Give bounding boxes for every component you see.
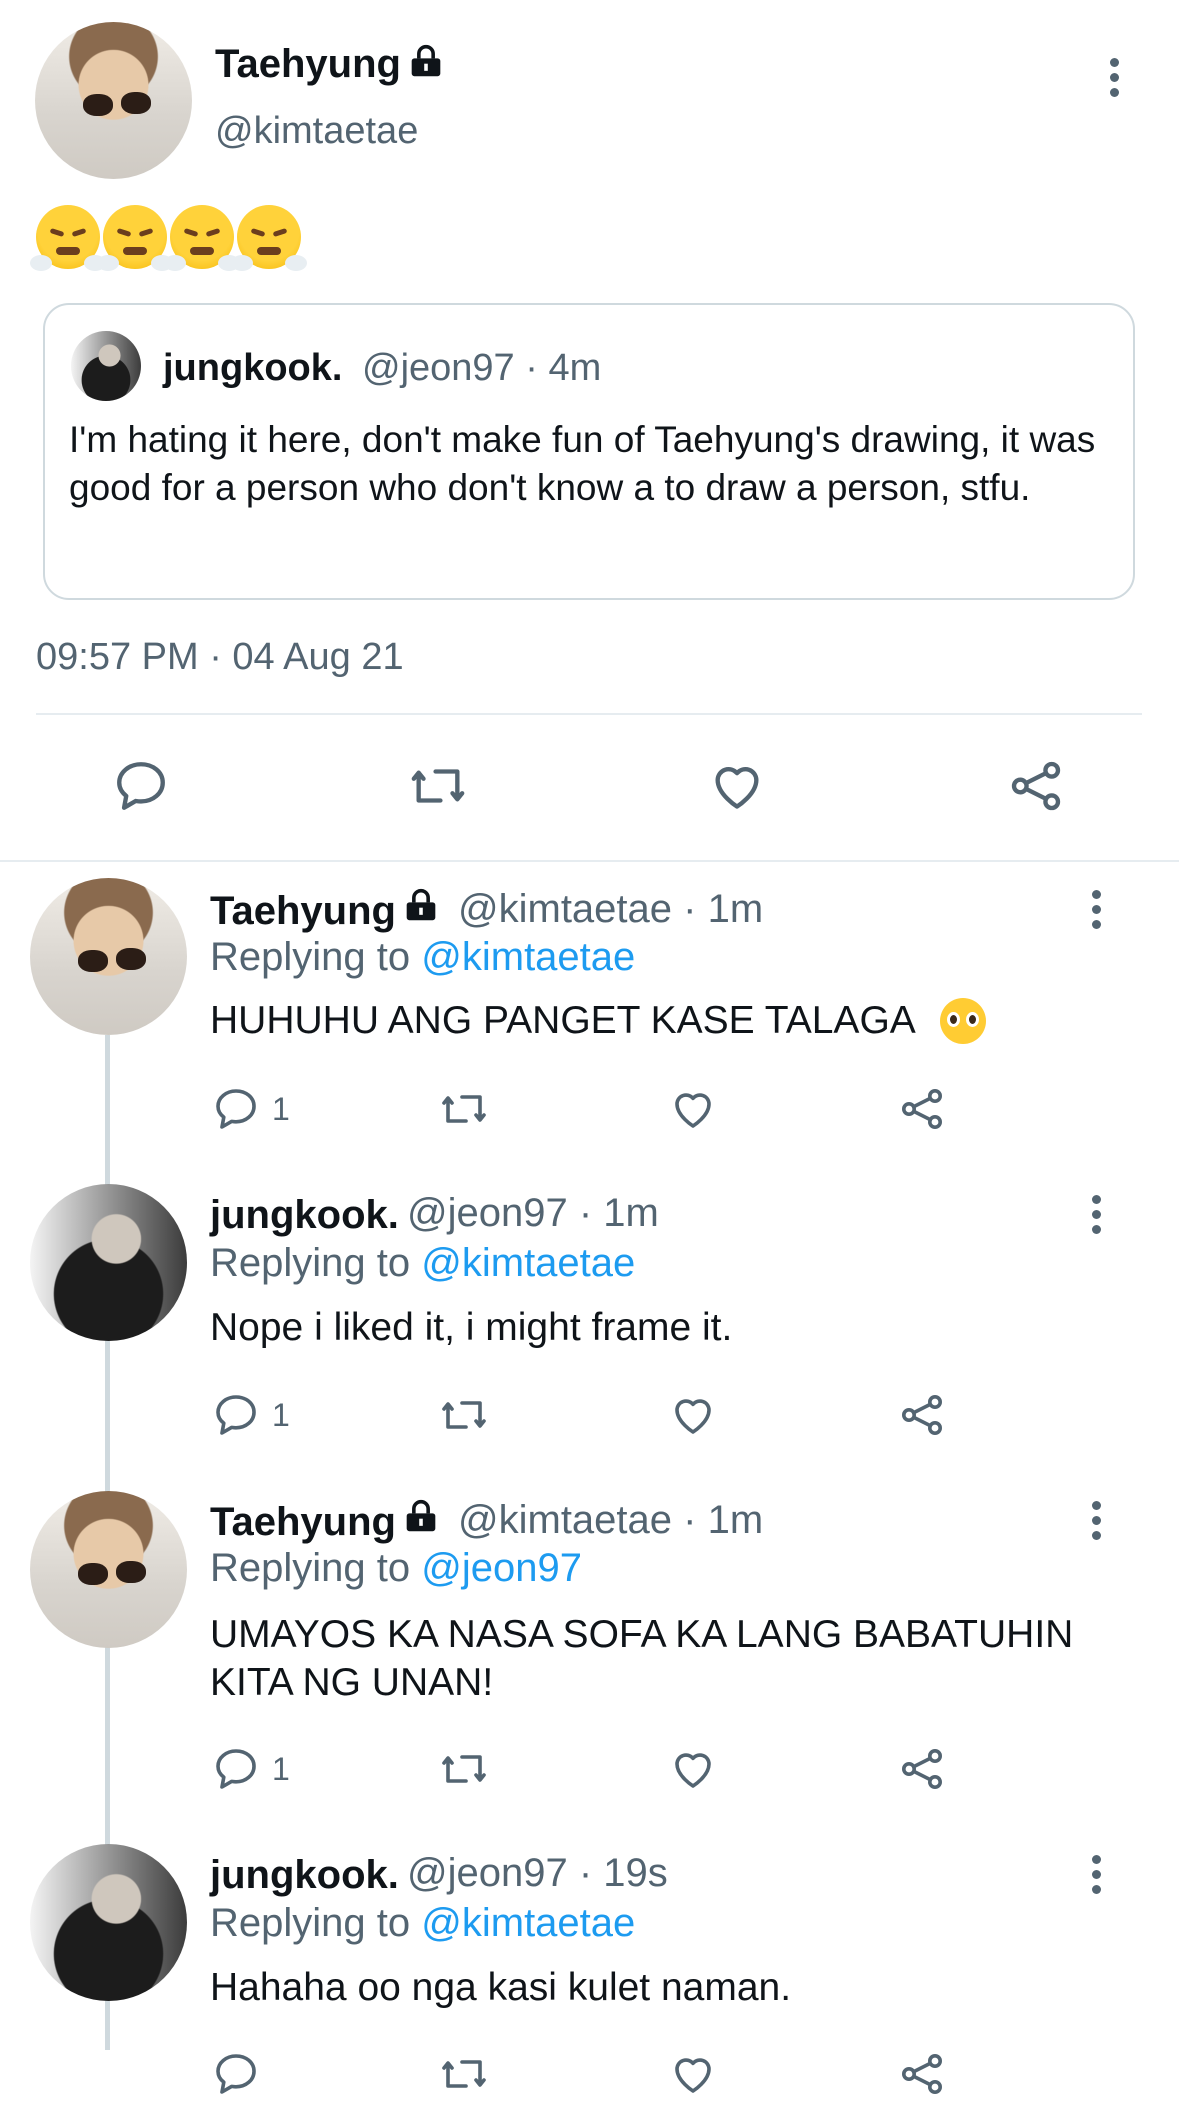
huffing-face-emoji [231, 205, 307, 271]
replying-to: Replying to @kimtaetae [210, 1241, 635, 1286]
like-icon[interactable] [708, 757, 766, 815]
reply-icon[interactable] [212, 1085, 260, 1133]
reply-icon[interactable] [212, 2050, 260, 2098]
reply-avatar[interactable] [30, 878, 187, 1035]
reply-icon[interactable] [112, 757, 170, 815]
share-icon[interactable] [898, 1085, 946, 1133]
reply-text: Nope i liked it, i might frame it. [210, 1306, 733, 1349]
reply-icon[interactable] [212, 1745, 260, 1793]
tweet-timestamp[interactable]: 09:57 PM · 04 Aug 21 [36, 636, 404, 679]
author-name[interactable]: Taehyung [215, 42, 401, 87]
reply-handle-time: @jeon97 · 1m [407, 1191, 659, 1235]
replying-to-handle[interactable]: @kimtaetae [421, 1241, 635, 1285]
pleading-face-emoji [940, 998, 986, 1044]
divider [36, 713, 1142, 715]
reply-text: UMAYOS KA NASA SOFA KA LANG BABATUHIN KI… [210, 1611, 1073, 1707]
like-icon[interactable] [669, 1085, 717, 1133]
replying-to: Replying to @kimtaetae [210, 935, 635, 980]
more-options-icon[interactable] [1092, 1195, 1102, 1240]
huffing-face-emoji [97, 205, 173, 271]
lock-icon [406, 888, 436, 921]
like-icon[interactable] [669, 2050, 717, 2098]
reply-handle-time: @kimtaetae · 1m [458, 887, 764, 931]
replying-prefix: Replying to [210, 1901, 411, 1945]
more-options-icon[interactable] [1092, 1855, 1102, 1900]
retweet-icon[interactable] [437, 2050, 491, 2098]
replying-prefix: Replying to [210, 935, 411, 979]
lock-icon [406, 1499, 436, 1532]
section-divider [0, 860, 1179, 862]
reply-icon[interactable] [212, 1391, 260, 1439]
reply-text: HUHUHU ANG PANGET KASE TALAGA [210, 999, 916, 1043]
reply-handle-time: @kimtaetae · 1m [458, 1498, 764, 1542]
reply-avatar[interactable] [30, 1184, 187, 1341]
reply-text-line: UMAYOS KA NASA SOFA KA LANG BABATUHIN [210, 1613, 1074, 1656]
reply-count: 1 [272, 1751, 290, 1787]
author-avatar[interactable] [35, 22, 192, 179]
reply-handle-time: @jeon97 · 19s [407, 1851, 668, 1895]
retweet-icon[interactable] [437, 1391, 491, 1439]
huffing-face-emoji [30, 205, 106, 271]
reply-text-content: HUHUHU ANG PANGET KASE TALAGA [210, 999, 916, 1042]
quoted-handle-time: @jeon97 · 4m [362, 347, 602, 389]
share-icon[interactable] [898, 2050, 946, 2098]
quoted-author-name: jungkook. [163, 347, 343, 389]
share-icon[interactable] [898, 1745, 946, 1793]
reply-count: 1 [272, 1091, 290, 1127]
reply-author-name[interactable]: Taehyung [210, 889, 396, 934]
retweet-icon[interactable] [406, 757, 470, 815]
replying-to: Replying to @jeon97 [210, 1546, 582, 1591]
like-icon[interactable] [669, 1391, 717, 1439]
quoted-author-avatar [71, 331, 141, 401]
more-options-icon[interactable] [1092, 890, 1102, 935]
replying-to-handle[interactable]: @jeon97 [421, 1546, 582, 1590]
huffing-face-emoji [164, 205, 240, 271]
replying-to: Replying to @kimtaetae [210, 1901, 635, 1946]
more-options-icon[interactable] [1092, 1501, 1102, 1546]
retweet-icon[interactable] [437, 1745, 491, 1793]
reply-text: Hahaha oo nga kasi kulet naman. [210, 1966, 792, 2009]
reply-author-name[interactable]: Taehyung [210, 1500, 396, 1545]
replying-to-handle[interactable]: @kimtaetae [421, 1901, 635, 1945]
reply-avatar[interactable] [30, 1491, 187, 1648]
reply-text-line: KITA NG UNAN! [210, 1661, 494, 1704]
replying-to-handle[interactable]: @kimtaetae [421, 935, 635, 979]
replying-prefix: Replying to [210, 1241, 411, 1285]
quoted-text: I'm hating it here, don't make fun of Ta… [69, 419, 1096, 508]
share-icon[interactable] [898, 1391, 946, 1439]
share-icon[interactable] [1007, 757, 1065, 815]
like-icon[interactable] [669, 1745, 717, 1793]
more-options-icon[interactable] [1110, 58, 1120, 103]
reply-avatar[interactable] [30, 1844, 187, 2001]
lock-icon [411, 44, 441, 77]
retweet-icon[interactable] [437, 1085, 491, 1133]
reply-author-name[interactable]: jungkook. [210, 1853, 399, 1898]
reply-author-name[interactable]: jungkook. [210, 1193, 399, 1238]
replying-prefix: Replying to [210, 1546, 411, 1590]
reply-count: 1 [272, 1397, 290, 1433]
author-handle[interactable]: @kimtaetae [215, 110, 418, 153]
